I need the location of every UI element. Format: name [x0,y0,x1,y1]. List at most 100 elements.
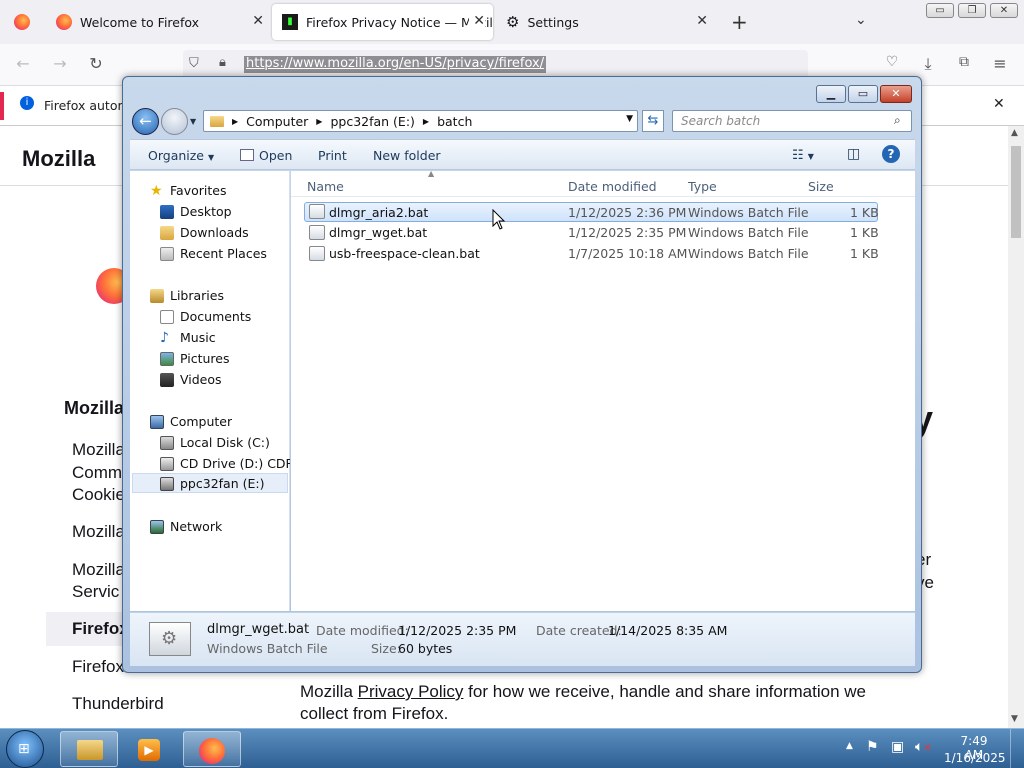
file-row[interactable]: dlmgr_aria2.bat 1/12/2025 2:36 PM Window… [304,202,879,222]
close-button[interactable]: ✕ [880,85,912,103]
forward-icon[interactable]: → [49,54,71,73]
media-player-icon: ▶ [138,739,160,761]
nav-local-disk[interactable]: Local Disk (C:) [160,432,270,453]
taskbar-firefox[interactable] [183,731,241,767]
close-tab-icon[interactable]: ✕ [469,13,485,29]
firefox-icon [14,14,30,30]
preview-pane-icon[interactable]: ◫ [847,146,860,162]
reload-icon[interactable]: ↻ [85,54,107,73]
taskbar-explorer[interactable] [60,731,118,767]
minimize-button[interactable]: ▭ [926,3,954,18]
breadcrumb-separator-icon[interactable]: ▶ [423,117,429,126]
menu-icon[interactable]: ≡ [989,54,1011,73]
forward-button[interactable] [161,108,188,135]
file-list: ▲ Name Date modified Type Size dlmgr_ari… [291,169,915,611]
search-icon[interactable]: ⌕ [894,113,901,128]
nav-link[interactable]: Thunderbird [72,694,164,714]
mozilla-logo[interactable]: Mozilla [22,146,95,172]
refresh-button[interactable]: ⇆ [642,110,664,132]
scrollbar-thumb[interactable] [1011,146,1021,238]
nav-link[interactable]: Cookie [72,485,125,505]
volume-muted-icon[interactable]: 🔈︎✕ [915,739,932,755]
firefox-view-tab[interactable] [4,4,44,40]
close-tab-icon[interactable]: ✕ [252,13,264,29]
file-row[interactable]: usb-freespace-clean.bat 1/7/2025 10:18 A… [304,244,879,264]
maximize-button[interactable]: ▭ [848,85,878,103]
nav-link[interactable]: Mozilla [72,560,125,580]
chevron-down-icon[interactable]: ⌄ [855,12,867,28]
downloads-icon[interactable]: ⤓ [917,54,939,74]
nav-pictures[interactable]: Pictures [160,348,230,369]
print-button[interactable]: Print [318,148,347,163]
open-button[interactable]: Open [240,148,292,163]
network-tray-icon[interactable]: ▣ [891,739,904,755]
nav-link-active[interactable]: Firefox [72,619,129,639]
breadcrumb-separator-icon[interactable]: ▶ [316,117,322,126]
nav-link[interactable]: Firefox [72,657,124,677]
search-input[interactable]: Search batch [672,110,912,132]
close-button[interactable]: ✕ [990,3,1018,18]
gear-icon: ⚙ [506,13,520,31]
pocket-icon[interactable]: ♡ [881,54,903,70]
address-dropdown-icon[interactable]: ▼ [626,114,633,124]
nav-libraries[interactable]: Libraries [150,285,224,306]
organize-button[interactable]: Organize ▼ [148,148,214,163]
page-scrollbar[interactable]: ▲ ▼ [1008,126,1024,728]
details-file-name: dlmgr_wget.bat [207,622,310,637]
tab-privacy-notice[interactable]: ▮ Firefox Privacy Notice — Mozill ✕ [272,4,493,40]
nav-favorites[interactable]: ★ Favorites [150,180,226,201]
nav-network[interactable]: Network [150,516,222,537]
tab-settings[interactable]: ⚙ Settings ✕ [496,4,716,40]
address-bar[interactable]: ▶ Computer ▶ ppc32fan (E:) ▶ batch ▼ [203,110,638,132]
nav-music[interactable]: ♪ Music [160,327,216,348]
breadcrumb-drive[interactable]: ppc32fan (E:) [330,114,414,129]
lock-icon[interactable]: 🔒︎ [219,55,226,70]
breadcrumb-computer[interactable]: Computer [246,114,308,129]
new-folder-button[interactable]: New folder [373,148,441,163]
view-options-icon[interactable]: ☷ ▼ [792,148,814,163]
privacy-policy-link[interactable]: Privacy Policy [358,682,464,701]
breadcrumb-separator-icon[interactable]: ▶ [232,117,238,126]
nav-link[interactable]: Servic [72,582,119,602]
column-header-type[interactable]: Type [688,179,717,194]
back-icon[interactable]: ← [12,54,34,73]
tab-label: Firefox Privacy Notice — Mozill [306,14,493,30]
back-button[interactable]: ← [132,108,159,135]
show-hidden-icons-icon[interactable]: ▲ [846,741,853,751]
nav-videos[interactable]: Videos [160,369,222,390]
column-header-date[interactable]: Date modified [568,179,657,194]
extensions-icon[interactable]: ⧉ [953,54,975,70]
nav-recent-places[interactable]: Recent Places [160,243,267,264]
breadcrumb-batch[interactable]: batch [437,114,472,129]
minimize-button[interactable]: ▁ [816,85,846,103]
close-notification-icon[interactable]: ✕ [993,96,1005,112]
clock-date[interactable]: 1/16/2025 [944,751,1006,765]
close-tab-icon[interactable]: ✕ [696,13,708,29]
show-desktop-button[interactable] [1010,729,1024,768]
taskbar-media-player[interactable]: ▶ [121,731,179,767]
nav-ppc32fan[interactable]: ppc32fan (E:) [160,473,264,494]
usb-drive-icon [160,476,174,491]
column-header-name[interactable]: Name [307,179,344,194]
nav-computer[interactable]: Computer [150,411,232,432]
nav-link[interactable]: Mozilla [72,522,125,542]
nav-downloads[interactable]: Downloads [160,222,249,243]
pictures-icon [160,351,174,366]
start-button[interactable]: ⊞ [6,730,44,768]
restore-button[interactable]: ❐ [958,3,986,18]
new-tab-button[interactable]: + [731,10,748,34]
nav-link[interactable]: Mozilla [72,440,125,460]
tab-welcome[interactable]: Welcome to Firefox ✕ [46,4,272,40]
action-center-flag-icon[interactable]: ⚑ [866,739,879,755]
nav-desktop[interactable]: Desktop [160,201,232,222]
shield-icon[interactable]: ⛉ [189,56,199,71]
nav-link[interactable]: Comm [72,463,122,483]
recent-pages-arrow-icon[interactable]: ▼ [190,117,196,126]
nav-cd-drive[interactable]: CD Drive (D:) CDROM [160,453,290,474]
nav-documents[interactable]: Documents [160,306,251,327]
downloads-folder-icon [160,225,174,240]
column-header-size[interactable]: Size [808,179,834,194]
help-icon[interactable]: ? [882,145,900,163]
file-row[interactable]: dlmgr_wget.bat 1/12/2025 2:35 PM Windows… [304,223,879,243]
url-text[interactable]: https://www.mozilla.org/en-US/privacy/fi… [244,56,547,73]
